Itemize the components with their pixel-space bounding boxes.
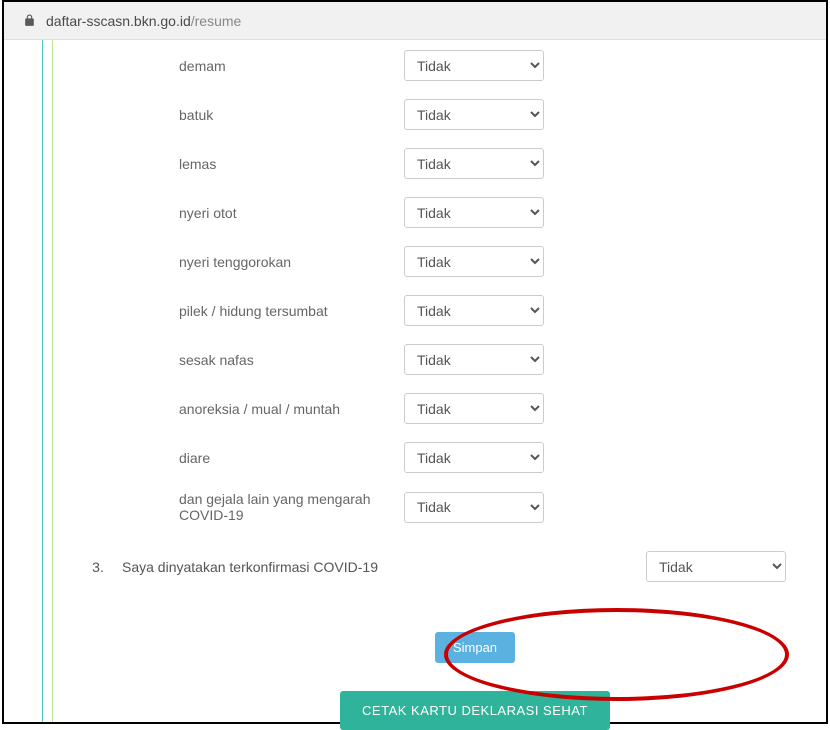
simpan-button[interactable]: Simpan: [435, 632, 515, 663]
symptom-label: dan gejala lain yang mengarah COVID-19: [74, 491, 404, 523]
url-host: daftar-sscasn.bkn.go.id: [46, 13, 191, 29]
symptom-row: dan gejala lain yang mengarah COVID-19Ti…: [74, 491, 796, 523]
symptom-label: batuk: [74, 107, 404, 123]
symptom-row: demamTidak: [74, 50, 796, 81]
symptom-row: batukTidak: [74, 99, 796, 130]
symptom-label: nyeri otot: [74, 205, 404, 221]
symptom-select[interactable]: Tidak: [404, 50, 544, 81]
question-text: Saya dinyatakan terkonfirmasi COVID-19: [122, 559, 646, 575]
symptom-label: anoreksia / mual / muntah: [74, 401, 404, 417]
symptom-list: demamTidakbatukTidaklemasTidaknyeri otot…: [74, 50, 796, 523]
symptom-label: diare: [74, 450, 404, 466]
buttons-area: Simpan CETAK KARTU DEKLARASI SEHAT: [74, 632, 796, 730]
question-3-select[interactable]: Tidak: [646, 551, 786, 582]
symptom-label: sesak nafas: [74, 352, 404, 368]
symptom-select[interactable]: Tidak: [404, 393, 544, 424]
symptom-row: nyeri ototTidak: [74, 197, 796, 228]
symptom-select[interactable]: Tidak: [404, 148, 544, 179]
symptom-label: nyeri tenggorokan: [74, 254, 404, 270]
symptom-row: diareTidak: [74, 442, 796, 473]
symptom-row: lemasTidak: [74, 148, 796, 179]
address-bar: daftar-sscasn.bkn.go.id/resume: [4, 2, 826, 40]
symptom-select[interactable]: Tidak: [404, 197, 544, 228]
symptom-row: pilek / hidung tersumbatTidak: [74, 295, 796, 326]
timeline-line-2: [52, 40, 53, 722]
symptom-row: nyeri tenggorokanTidak: [74, 246, 796, 277]
symptom-label: lemas: [74, 156, 404, 172]
symptom-row: anoreksia / mual / muntahTidak: [74, 393, 796, 424]
url-path: /resume: [191, 13, 242, 29]
question-3-row: 3. Saya dinyatakan terkonfirmasi COVID-1…: [74, 551, 796, 582]
symptom-label: demam: [74, 58, 404, 74]
timeline-line-1: [42, 40, 43, 722]
symptom-label: pilek / hidung tersumbat: [74, 303, 404, 319]
symptom-select[interactable]: Tidak: [404, 344, 544, 375]
symptom-row: sesak nafasTidak: [74, 344, 796, 375]
question-number: 3.: [74, 559, 122, 575]
lock-icon: [22, 14, 36, 28]
url-text: daftar-sscasn.bkn.go.id/resume: [46, 13, 241, 29]
symptom-select[interactable]: Tidak: [404, 246, 544, 277]
symptom-select[interactable]: Tidak: [404, 295, 544, 326]
symptom-select[interactable]: Tidak: [404, 442, 544, 473]
symptom-select[interactable]: Tidak: [404, 492, 544, 523]
cetak-kartu-button[interactable]: CETAK KARTU DEKLARASI SEHAT: [340, 691, 610, 730]
symptom-select[interactable]: Tidak: [404, 99, 544, 130]
content-area: demamTidakbatukTidaklemasTidaknyeri otot…: [4, 40, 826, 722]
